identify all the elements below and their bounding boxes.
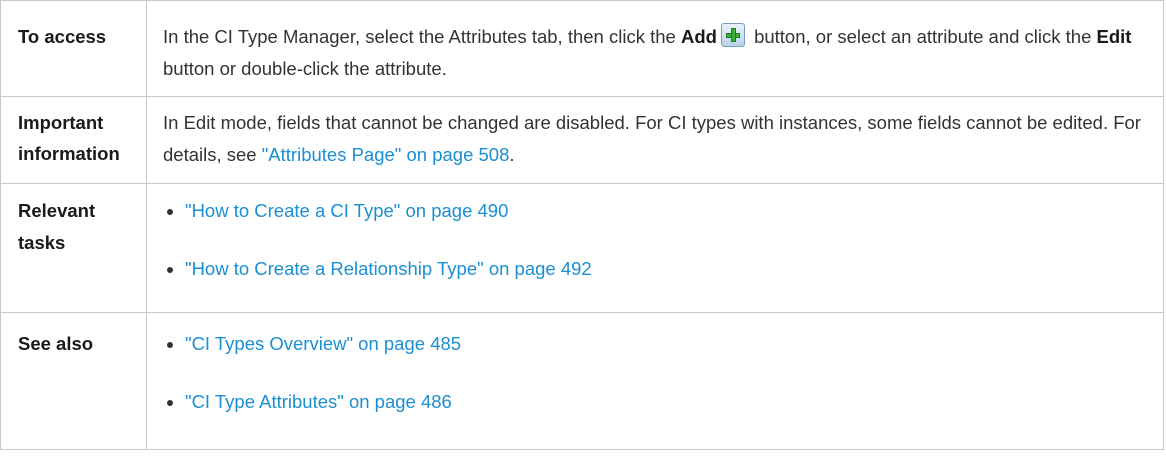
content-to-access: In the CI Type Manager, select the Attri… (146, 0, 1164, 97)
ci-type-attributes-link[interactable]: "CI Type Attributes" on page 486 (185, 391, 452, 412)
important-text-2: . (509, 144, 515, 165)
attributes-page-link[interactable]: "Attributes Page" on page 508 (262, 144, 510, 165)
label-important-line1: Important (18, 112, 104, 133)
row-to-access: To access In the CI Type Manager, select… (0, 0, 1164, 97)
info-table: To access In the CI Type Manager, select… (0, 0, 1164, 450)
bullet-icon (167, 400, 173, 406)
list-item: "CI Type Attributes" on page 486 (163, 386, 1149, 418)
label-tasks-line1: Relevant (18, 200, 96, 221)
bullet-icon (167, 267, 173, 273)
access-text-1: In the CI Type Manager, select the Attri… (163, 26, 681, 47)
list-item: "How to Create a CI Type" on page 490 (163, 195, 1149, 227)
relevant-tasks-list: "How to Create a CI Type" on page 490 "H… (163, 195, 1149, 285)
row-important-information: Important information In Edit mode, field… (0, 96, 1164, 184)
content-relevant-tasks: "How to Create a CI Type" on page 490 "H… (146, 183, 1164, 313)
access-text-2: button, or select an attribute and click… (748, 26, 1097, 47)
list-item: "How to Create a Relationship Type" on p… (163, 253, 1149, 285)
list-item: "CI Types Overview" on page 485 (163, 328, 1149, 360)
row-see-also: See also "CI Types Overview" on page 485… (0, 312, 1164, 450)
label-relevant-tasks: Relevant tasks (0, 183, 147, 313)
content-see-also: "CI Types Overview" on page 485 "CI Type… (146, 312, 1164, 450)
label-to-access: To access (0, 0, 147, 97)
access-text-3: button or double-click the attribute. (163, 58, 447, 79)
add-bold-label: Add (680, 26, 717, 47)
ci-types-overview-link[interactable]: "CI Types Overview" on page 485 (185, 333, 461, 354)
label-important-information: Important information (0, 96, 147, 184)
edit-bold-label: Edit (1096, 26, 1132, 47)
bullet-icon (167, 209, 173, 215)
label-important-line2: information (18, 143, 120, 164)
label-see-also: See also (0, 312, 147, 450)
create-relationship-type-link[interactable]: "How to Create a Relationship Type" on p… (185, 258, 592, 279)
row-relevant-tasks: Relevant tasks "How to Create a CI Type" … (0, 183, 1164, 313)
see-also-list: "CI Types Overview" on page 485 "CI Type… (163, 328, 1149, 418)
label-tasks-line2: tasks (18, 232, 66, 253)
content-important-information: In Edit mode, fields that cannot be chan… (146, 96, 1164, 184)
bullet-icon (167, 342, 173, 348)
create-ci-type-link[interactable]: "How to Create a CI Type" on page 490 (185, 200, 508, 221)
add-plus-icon (720, 23, 745, 47)
